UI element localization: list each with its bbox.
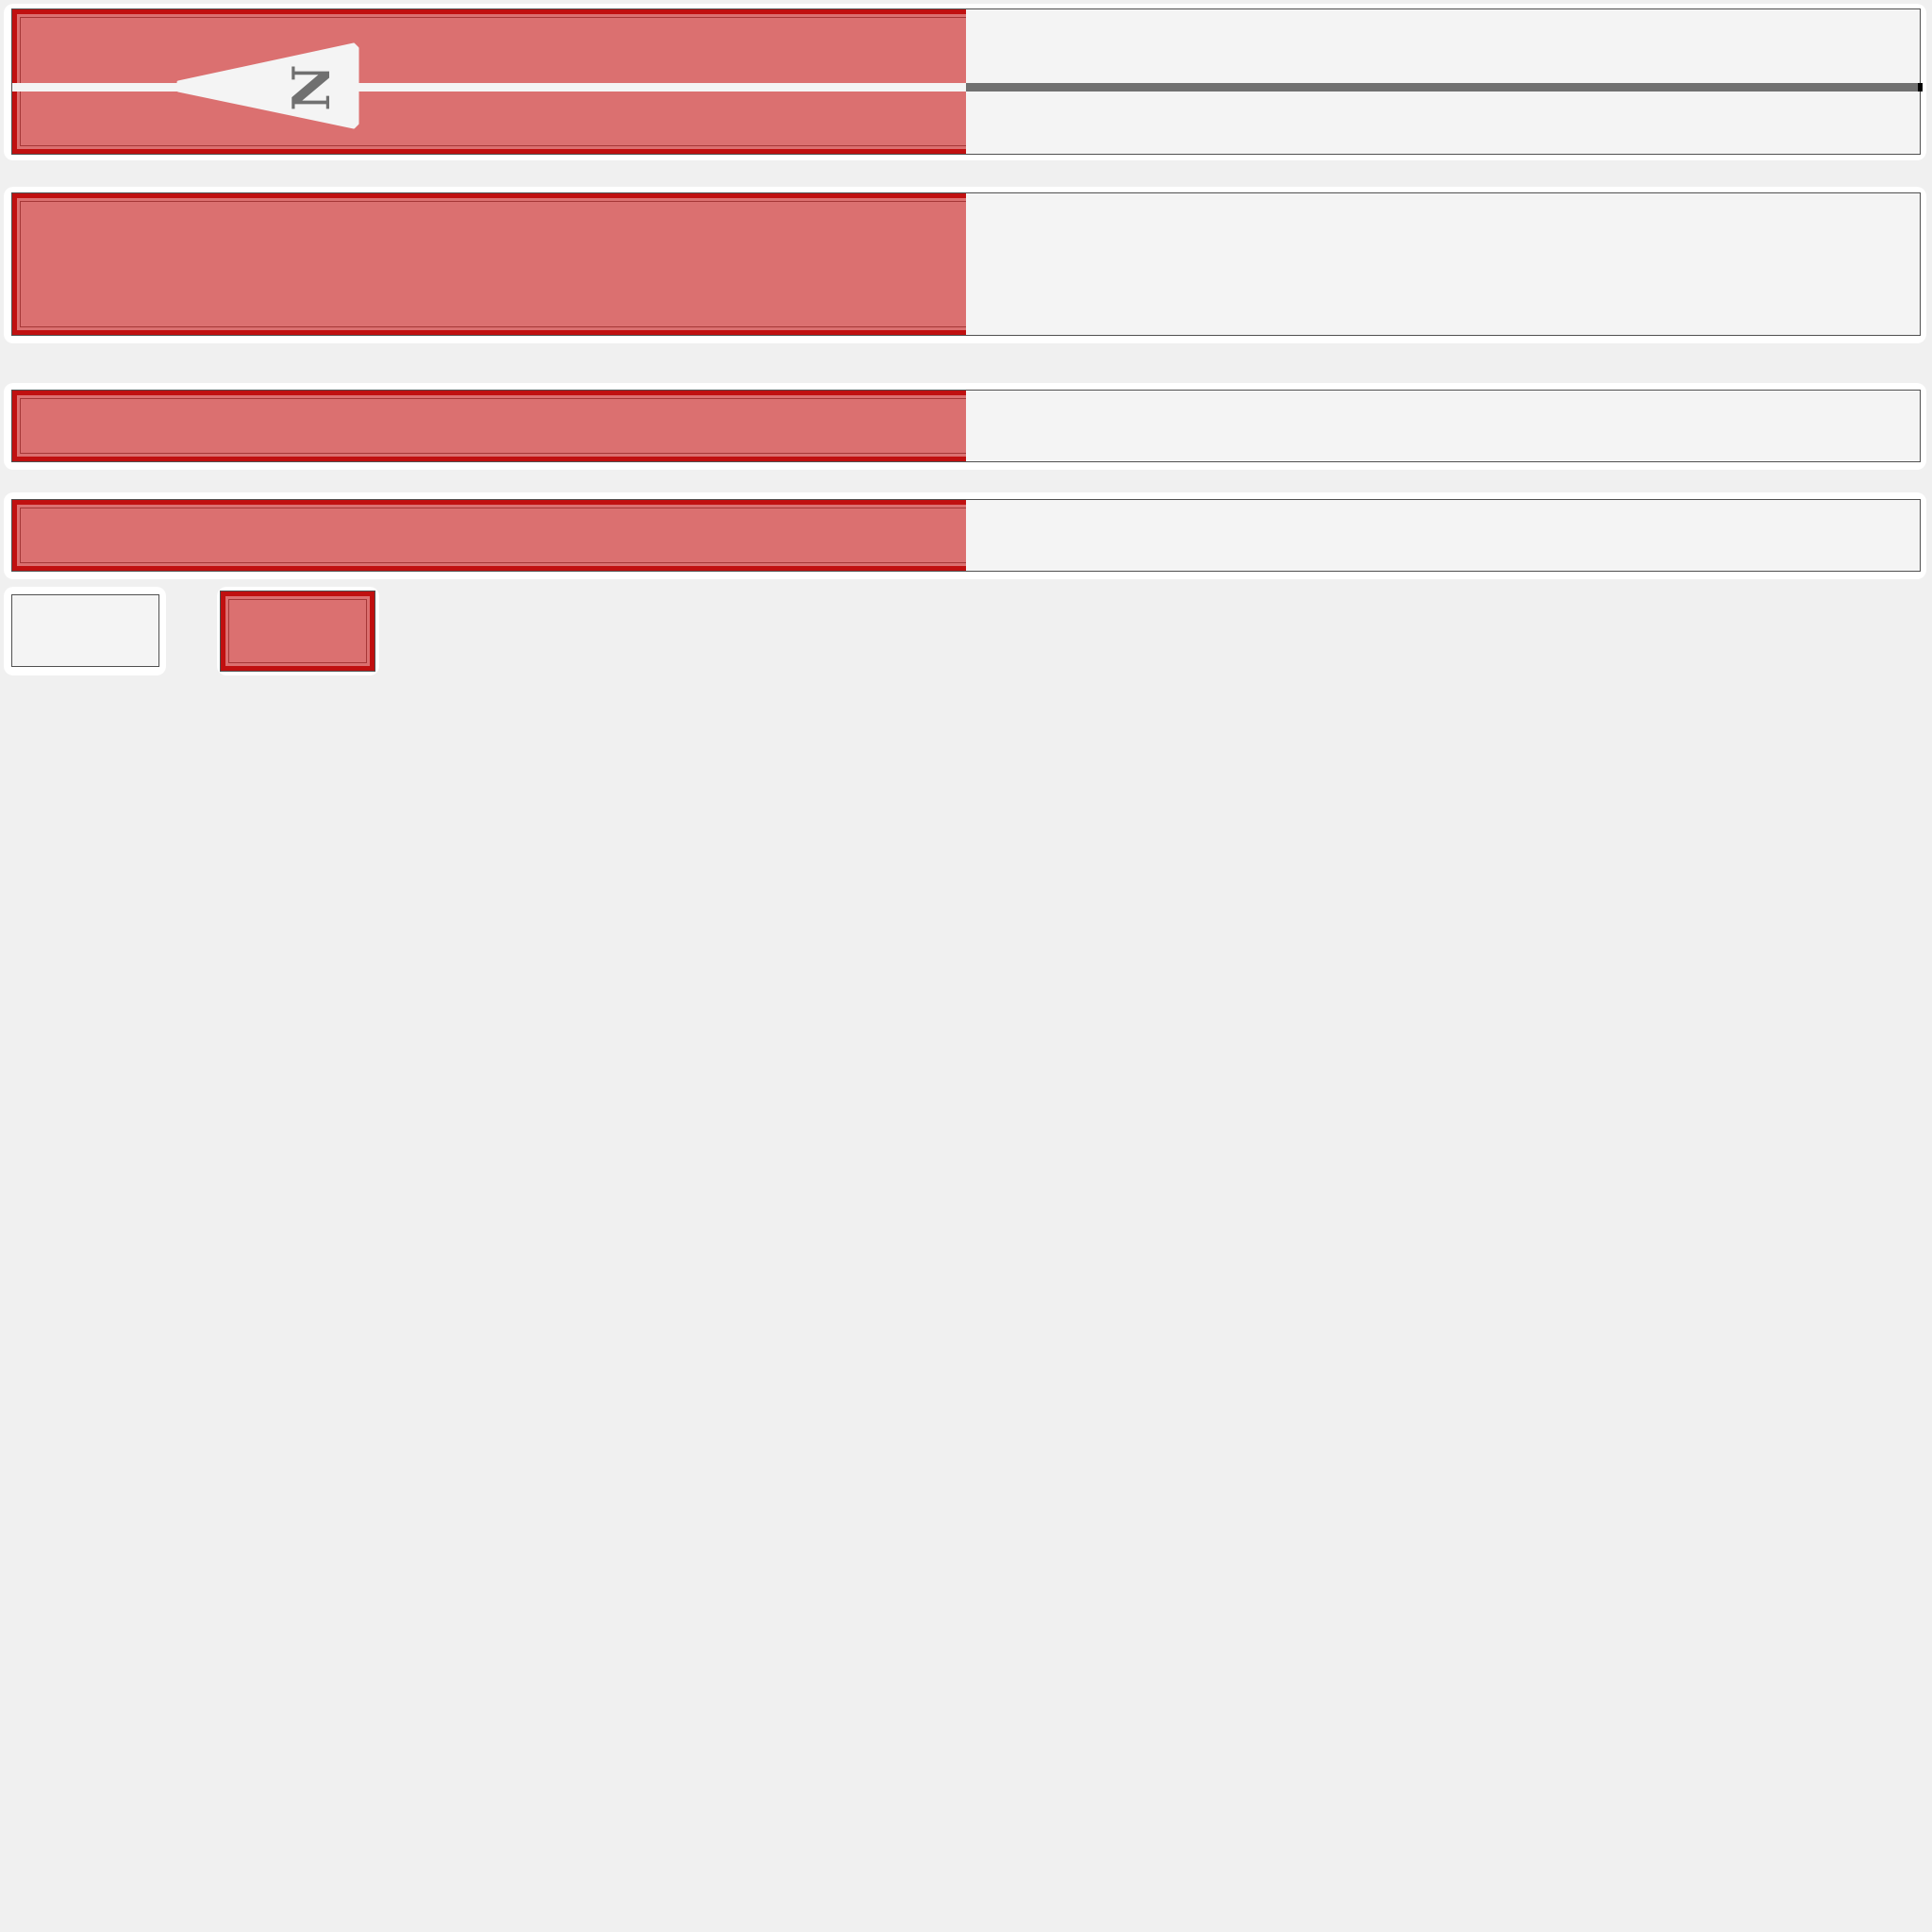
swatch-selected[interactable] [220, 591, 375, 672]
swatch-card-selected [217, 587, 379, 675]
bar-card-2 [4, 383, 1926, 470]
slider-track-end [1918, 83, 1923, 92]
bar-card-3 [4, 492, 1926, 579]
swatch-unselected[interactable] [11, 594, 159, 667]
bar-field-1[interactable] [11, 192, 1921, 336]
screen: N [0, 0, 1932, 1932]
bar-card-1 [4, 187, 1926, 343]
slider-card: N [4, 4, 1926, 160]
bar-field-2[interactable] [11, 390, 1921, 462]
bar-fill-2 [12, 391, 966, 461]
north-arrow-icon[interactable]: N [12, 9, 390, 162]
bar-field-3[interactable] [11, 499, 1921, 572]
swatch-card-unselected [4, 587, 166, 675]
bar-fill-1 [12, 193, 966, 335]
slider-field[interactable]: N [11, 8, 1923, 155]
swatch-selected-fill [221, 591, 375, 671]
bar-fill-3 [12, 500, 966, 571]
arrow-pointer-label: N [281, 64, 341, 110]
